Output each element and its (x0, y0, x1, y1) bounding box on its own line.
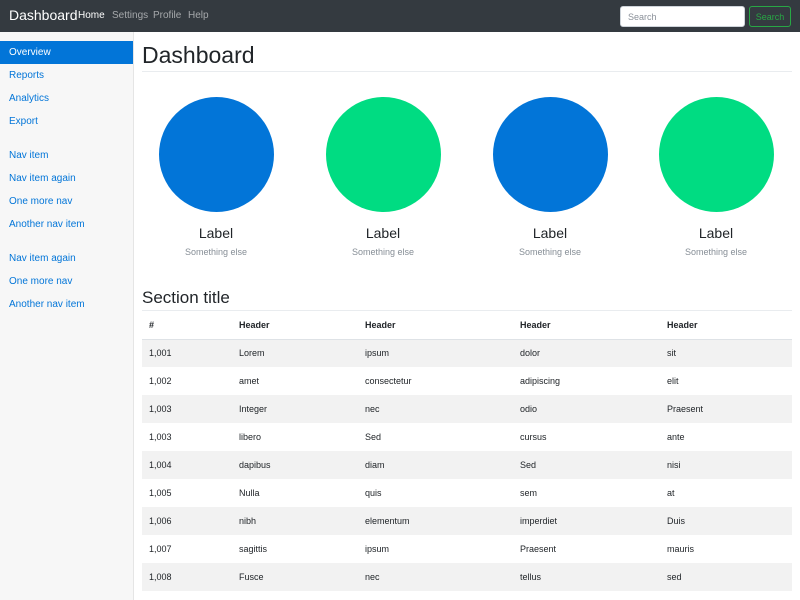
column-header: Header (513, 311, 660, 340)
tile-sublabel-2: Something else (351, 247, 415, 257)
table-cell: nisi (660, 451, 792, 479)
tile-circle-1[interactable] (159, 97, 274, 212)
table-cell-id: 1,004 (142, 451, 232, 479)
table-cell: odio (513, 395, 660, 423)
table-cell: Praesent (660, 395, 792, 423)
table-row: 1,005 Nulla quis sem at (142, 479, 792, 507)
column-header: Header (358, 311, 513, 340)
column-header-number: # (142, 311, 232, 340)
table-cell: ipsum (358, 339, 513, 367)
table-cell: elementum (358, 507, 513, 535)
table-cell: nibh (232, 507, 358, 535)
table-row: 1,001 Lorem ipsum dolor sit (142, 339, 792, 367)
table-cell: sem (520, 488, 538, 498)
table-row: 1,004 dapibus diam Sed nisi (142, 451, 792, 479)
table-cell: Nulla (239, 488, 260, 498)
table-cell-id: 1,005 (149, 488, 172, 498)
table-cell: at (667, 488, 675, 498)
sidebar-item-one-more-nav-2[interactable]: One more nav (0, 270, 133, 293)
sidebar-item-nav-item-again[interactable]: Nav item again (0, 167, 133, 190)
navbar-brand[interactable]: Dashboard (9, 7, 78, 23)
nav-link-settings[interactable]: Settings (112, 10, 148, 21)
sidebar-item-another-nav-item[interactable]: Another nav item (0, 213, 133, 236)
title-divider (142, 71, 792, 72)
table-cell-id: 1,003 (142, 395, 232, 423)
table-cell: Sed (513, 451, 660, 479)
table-cell-id: 1,007 (149, 544, 172, 554)
table-cell-id: 1,002 (149, 376, 172, 386)
table-cell: Sed (365, 432, 382, 442)
table-row: 1,003 libero Sed cursus ante (142, 423, 792, 451)
tile-sublabel-1: Something else (184, 247, 248, 257)
sidebar-item-export[interactable]: Export (0, 110, 133, 133)
table-cell: sed (660, 563, 792, 591)
table-cell: libero (239, 432, 262, 442)
sidebar-item-one-more-nav[interactable]: One more nav (0, 190, 133, 213)
search-input[interactable] (620, 6, 745, 27)
table-cell-id: 1,006 (142, 507, 232, 535)
column-header: Header (660, 311, 792, 340)
table-cell-id: 1,001 (142, 339, 232, 367)
table-cell: diam (358, 451, 513, 479)
table-cell: quis (365, 488, 382, 498)
table-cell: mauris (667, 544, 695, 554)
table-cell: consectetur (365, 376, 412, 386)
nav-link-home[interactable]: Home (78, 10, 105, 21)
nav-link-profile[interactable]: Profile (153, 10, 181, 21)
table-cell: nec (358, 395, 513, 423)
sidebar-item-overview[interactable]: Overview (0, 41, 133, 64)
search-button[interactable]: Search (749, 6, 791, 27)
table-cell: amet (239, 376, 260, 386)
table-cell: Duis (660, 507, 792, 535)
table-cell: tellus (513, 563, 660, 591)
top-navbar: Dashboard Home Settings Profile Help Sea… (0, 0, 800, 32)
sidebar-item-nav-item-again-2[interactable]: Nav item again (0, 247, 133, 270)
table-row: 1,007 sagittis ipsum Praesent mauris (142, 535, 792, 563)
table-cell: dolor (513, 339, 660, 367)
table-cell: adipiscing (520, 376, 561, 386)
sidebar: Overview Reports Analytics Export Nav it… (0, 32, 134, 600)
table-cell: sit (660, 339, 792, 367)
data-table: # Header Header Header Header 1,001 Lorem… (142, 311, 792, 591)
sidebar-item-another-nav-item-2[interactable]: Another nav item (0, 293, 133, 316)
table-row: 1,006 nibh elementum imperdiet Duis (142, 507, 792, 535)
table-cell-id: 1,003 (149, 432, 172, 442)
tile-sublabel-3: Something else (518, 247, 582, 257)
table-cell: Lorem (232, 339, 358, 367)
tile-sublabel-4: Something else (684, 247, 748, 257)
table-row: 1,002 amet consectetur adipiscing elit (142, 367, 792, 395)
table-body: 1,001 Lorem ipsum dolor sit 1,002 amet consecte… (142, 339, 792, 591)
tile-label-4: Label (698, 225, 734, 241)
tile-label-2: Label (365, 225, 401, 241)
table-cell: imperdiet (513, 507, 660, 535)
tile-label-3: Label (532, 225, 568, 241)
sidebar-item-analytics[interactable]: Analytics (0, 87, 133, 110)
table-cell-id: 1,008 (142, 563, 232, 591)
table-cell: ante (667, 432, 685, 442)
sidebar-item-reports[interactable]: Reports (0, 64, 133, 87)
tile-circle-3[interactable] (493, 97, 608, 212)
table-cell: nec (358, 563, 513, 591)
section-title: Section title (142, 288, 230, 307)
table-cell: Fusce (232, 563, 358, 591)
table-cell: Integer (232, 395, 358, 423)
table-row: 1,003 Integer nec odio Praesent (142, 395, 792, 423)
page-title: Dashboard (142, 42, 255, 68)
table-cell: elit (667, 376, 679, 386)
tile-circle-2[interactable] (326, 97, 441, 212)
column-header: Header (232, 311, 358, 340)
table-cell: dapibus (232, 451, 358, 479)
table-cell: Praesent (520, 544, 557, 554)
table-cell: ipsum (365, 544, 390, 554)
table-cell: sagittis (239, 544, 268, 554)
nav-link-help[interactable]: Help (188, 10, 209, 21)
table-row: 1,008 Fusce nec tellus sed (142, 563, 792, 591)
table-cell: cursus (520, 432, 547, 442)
tile-label-1: Label (198, 225, 234, 241)
sidebar-item-nav-item[interactable]: Nav item (0, 144, 133, 167)
table-header-row: # Header Header Header Header (142, 311, 792, 340)
tile-circle-4[interactable] (659, 97, 774, 212)
